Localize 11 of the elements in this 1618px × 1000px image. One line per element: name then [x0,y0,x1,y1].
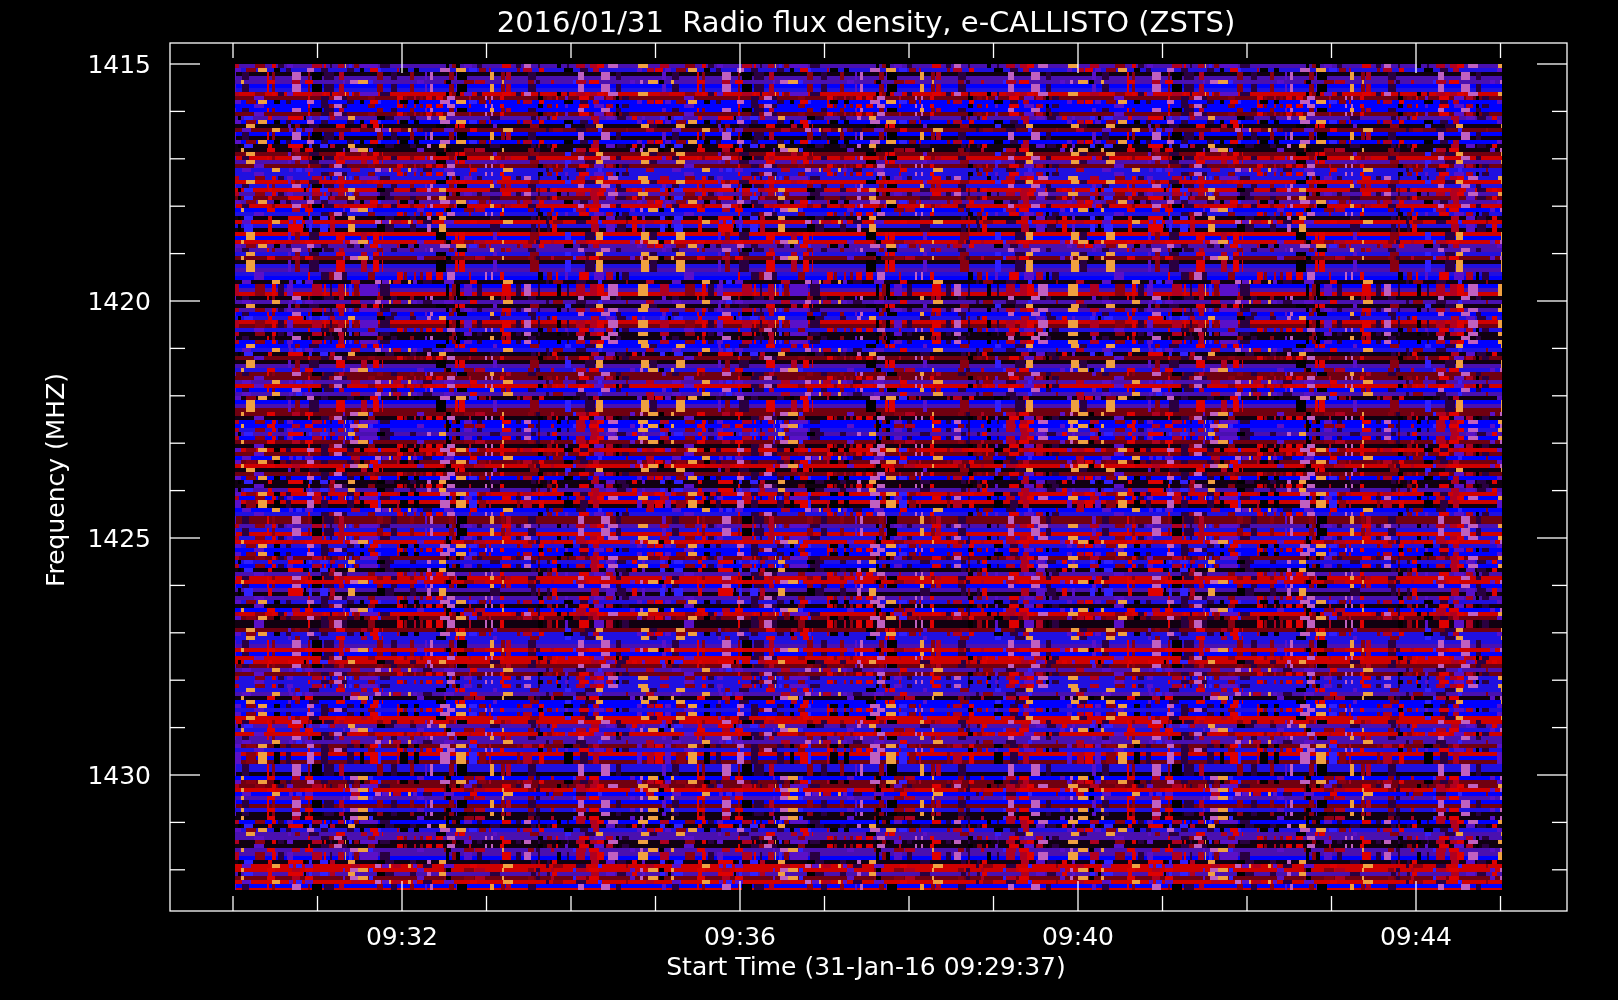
x-tick-label: 09:32 [366,922,438,951]
y-axis-label: Frequency (MHZ) [41,372,70,588]
y-tick-label: 1420 [87,287,151,316]
y-tick-label: 1425 [87,524,151,553]
chart-title: 2016/01/31 Radio flux density, e-CALLISTO (ZSTS) [496,5,1236,39]
x-tick-label: 09:44 [1380,922,1452,951]
x-tick-label: 09:36 [704,922,776,951]
x-tick-label: 09:40 [1042,922,1114,951]
y-tick-label: 1430 [87,761,151,790]
x-axis-label: Start Time (31-Jan-16 09:29:37) [666,952,1066,981]
y-tick-label: 1415 [87,50,151,79]
